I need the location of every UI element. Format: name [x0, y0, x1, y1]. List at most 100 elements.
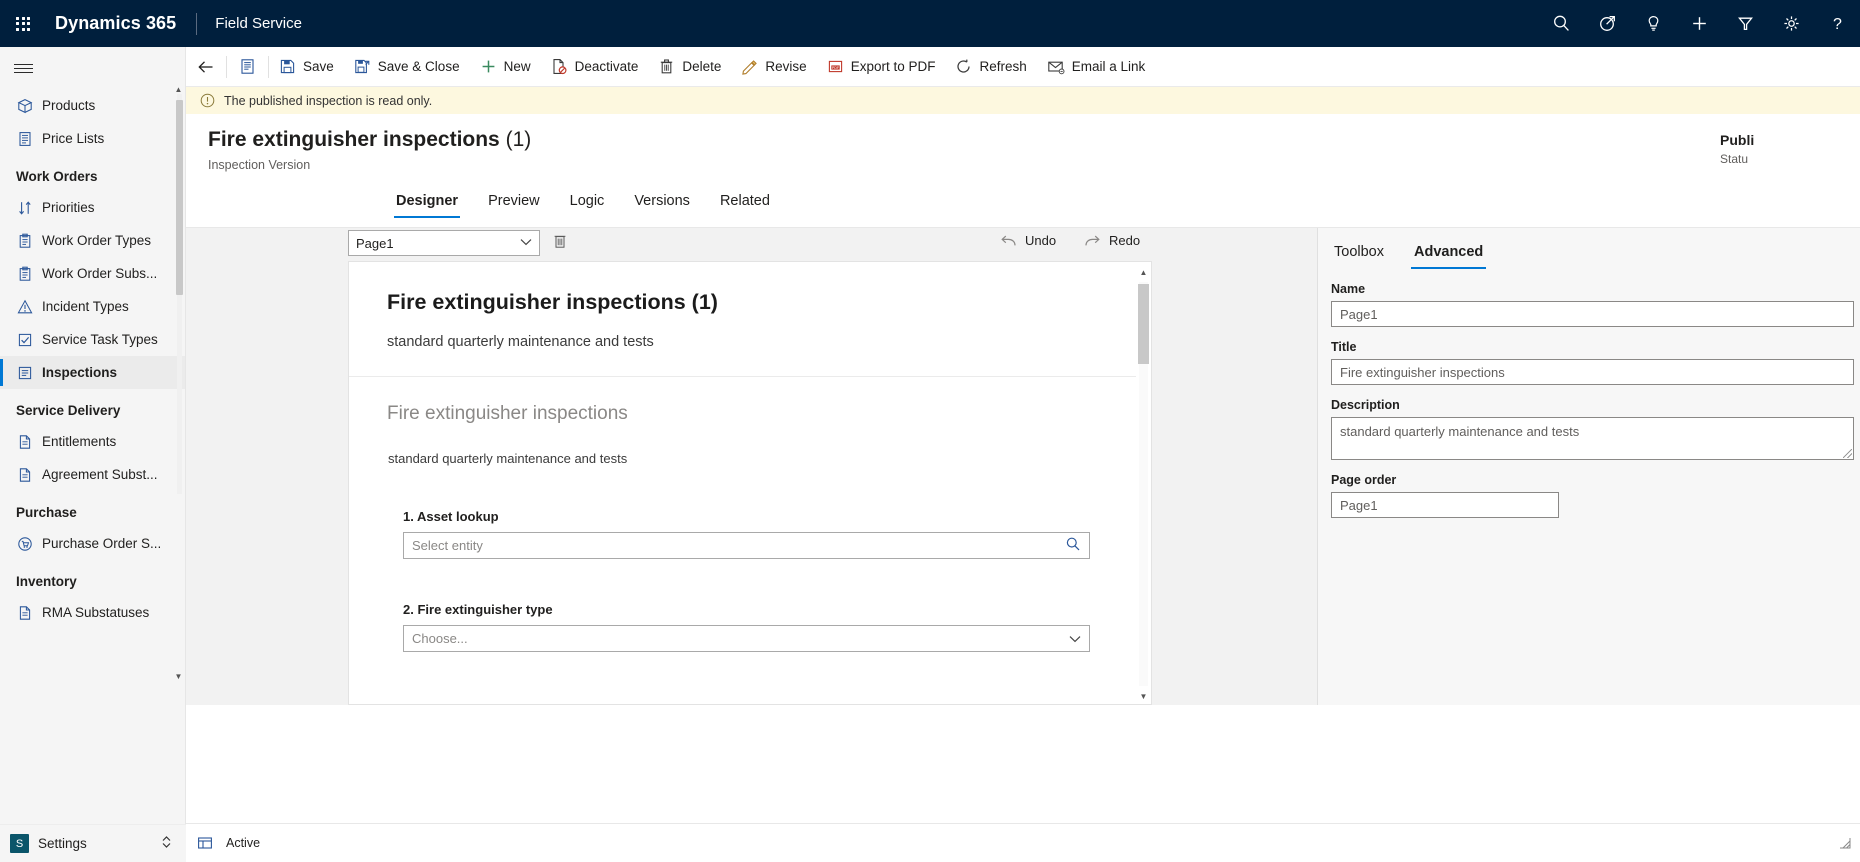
sidebar-scroll-up-arrow[interactable]: ▲: [173, 85, 184, 94]
plus-icon[interactable]: [1676, 0, 1722, 47]
sidebar-item-label: Products: [42, 98, 96, 113]
form-description-text[interactable]: standard quarterly maintenance and tests: [388, 451, 1113, 466]
save-and-close-button[interactable]: Save & Close: [344, 47, 470, 87]
tab-preview[interactable]: Preview: [486, 189, 542, 218]
svg-text:?: ?: [1833, 16, 1842, 33]
caret-up-icon[interactable]: ▲: [1136, 262, 1151, 282]
search-icon[interactable]: [1538, 0, 1584, 47]
page-select-dropdown[interactable]: Page1: [348, 230, 540, 256]
question-block[interactable]: 2. Fire extinguisher type Choose...: [387, 602, 1113, 652]
canvas-scrollbar[interactable]: ▲ ▼: [1136, 262, 1151, 704]
sidebar-item-inspections[interactable]: Inspections: [0, 356, 185, 389]
question-block[interactable]: 1. Asset lookup Select entity: [387, 509, 1113, 559]
tab-related[interactable]: Related: [718, 189, 772, 218]
name-input[interactable]: Page1: [1331, 301, 1854, 327]
arrow-left-icon[interactable]: [186, 47, 226, 87]
lightbulb-icon[interactable]: [1630, 0, 1676, 47]
asset-lookup-input[interactable]: Select entity: [403, 532, 1090, 559]
email-a-link-button[interactable]: Email a Link: [1037, 47, 1156, 87]
sidebar-item-purchase-order-s[interactable]: Purchase Order S...: [0, 527, 185, 560]
resize-icon[interactable]: [1838, 836, 1852, 850]
waffle-grid-icon[interactable]: [0, 16, 46, 31]
form-status-icon[interactable]: [197, 835, 213, 851]
panel-tab-advanced[interactable]: Advanced: [1410, 244, 1487, 269]
tab-logic[interactable]: Logic: [568, 189, 607, 218]
panel-tab-toolbox[interactable]: Toolbox: [1331, 244, 1387, 269]
header-status-value: Publi: [1720, 132, 1755, 148]
canvas-body: Fire extinguisher inspections standard q…: [349, 377, 1151, 652]
form-selector-icon[interactable]: [227, 47, 268, 87]
sidebar-item-work-order-subs[interactable]: Work Order Subs...: [0, 257, 185, 290]
clipboard-icon: [17, 233, 42, 249]
sidebar-item-entitlements[interactable]: Entitlements: [0, 425, 185, 458]
designer-canvas-region: Page1 Undo Redo Fire extinguisher inspec…: [186, 228, 1317, 705]
sidebar-item-label: Inspections: [42, 365, 118, 380]
sidebar-group-header: Purchase: [16, 505, 77, 520]
title-input[interactable]: Fire extinguisher inspections: [1331, 359, 1854, 385]
filter-icon[interactable]: [1722, 0, 1768, 47]
left-sidebar: Products Price Lists Work Orders Priorities…: [0, 47, 186, 862]
description-textarea[interactable]: standard quarterly maintenance and tests: [1331, 417, 1854, 460]
scrollbar-thumb[interactable]: [176, 100, 183, 295]
revise-button[interactable]: Revise: [731, 47, 816, 87]
chevron-down-icon[interactable]: [1069, 631, 1081, 646]
help-icon[interactable]: ?: [1814, 0, 1860, 47]
save-and-close-label: Save & Close: [377, 59, 460, 74]
gear-icon[interactable]: [1768, 0, 1814, 47]
panel-field-label: Description: [1331, 398, 1400, 412]
undo-button[interactable]: Undo: [1000, 233, 1056, 248]
sidebar-scroll-down-arrow[interactable]: ▼: [173, 672, 184, 681]
document-icon: [17, 434, 42, 450]
tab-designer[interactable]: Designer: [394, 189, 461, 218]
sidebar-item-agreement-subst[interactable]: Agreement Subst...: [0, 458, 185, 491]
brand-title[interactable]: Dynamics 365: [55, 13, 176, 34]
canvas-header: Fire extinguisher inspections (1) standa…: [349, 262, 1151, 377]
refresh-button[interactable]: Refresh: [945, 47, 1036, 87]
sidebar-item-price-lists[interactable]: Price Lists: [0, 122, 185, 155]
save-button[interactable]: Save: [269, 47, 344, 87]
sidebar-item-incident-types[interactable]: Incident Types: [0, 290, 185, 323]
deactivate-label: Deactivate: [574, 59, 639, 74]
sidebar-item-products[interactable]: Products: [0, 89, 185, 122]
inspection-icon: [17, 365, 42, 381]
save-icon: [279, 58, 296, 75]
new-button[interactable]: New: [470, 47, 541, 87]
priority-icon: [17, 200, 42, 216]
sidebar-item-label: Work Order Types: [42, 233, 152, 248]
sidebar-item-service-task-types[interactable]: Service Task Types: [0, 323, 185, 356]
hamburger-icon[interactable]: [0, 47, 185, 89]
resize-grip-icon[interactable]: [1843, 449, 1852, 458]
form-title-placeholder[interactable]: Fire extinguisher inspections: [387, 403, 1113, 425]
plus-icon: [480, 58, 497, 75]
header-status-field: Publi Statu: [1720, 132, 1860, 166]
email-a-link-label: Email a Link: [1071, 59, 1146, 74]
warning-icon: [17, 299, 42, 315]
sidebar-item-label: Entitlements: [42, 434, 117, 449]
sidebar-item-settings[interactable]: S Settings: [0, 824, 186, 862]
export-to-pdf-button[interactable]: PDF Export to PDF: [817, 47, 946, 87]
page-order-input[interactable]: Page1: [1331, 492, 1559, 518]
sidebar-scrollbar[interactable]: [176, 94, 183, 494]
delete-page-button[interactable]: [552, 233, 568, 255]
redo-button[interactable]: Redo: [1084, 233, 1140, 248]
delete-button[interactable]: Delete: [648, 47, 731, 87]
chevron-updown-icon[interactable]: [161, 834, 172, 853]
canvas-scrollbar-thumb[interactable]: [1138, 284, 1149, 364]
properties-panel: Toolbox Advanced Name Page1 Title Fire extin…: [1317, 228, 1860, 705]
tab-versions[interactable]: Versions: [632, 189, 692, 218]
extinguisher-type-dropdown[interactable]: Choose...: [403, 625, 1090, 652]
caret-down-icon[interactable]: ▼: [1136, 686, 1151, 704]
deactivate-button[interactable]: Deactivate: [541, 47, 649, 87]
panel-field: Title Fire extinguisher inspections: [1318, 340, 1860, 385]
sidebar-item-work-order-types[interactable]: Work Order Types: [0, 224, 185, 257]
sidebar-group-header: Service Delivery: [16, 403, 121, 418]
chevron-down-icon: [520, 237, 532, 249]
sidebar-item-rma-substatuses[interactable]: RMA Substatuses: [0, 596, 185, 629]
properties-panel-tabs: Toolbox Advanced: [1318, 228, 1860, 269]
document-icon: [17, 467, 42, 483]
search-icon[interactable]: [1065, 536, 1081, 555]
sidebar-item-priorities[interactable]: Priorities: [0, 191, 185, 224]
page-title-text: Fire extinguisher inspections: [208, 128, 500, 151]
app-name[interactable]: Field Service: [215, 15, 302, 32]
diagnostics-icon[interactable]: [1584, 0, 1630, 47]
